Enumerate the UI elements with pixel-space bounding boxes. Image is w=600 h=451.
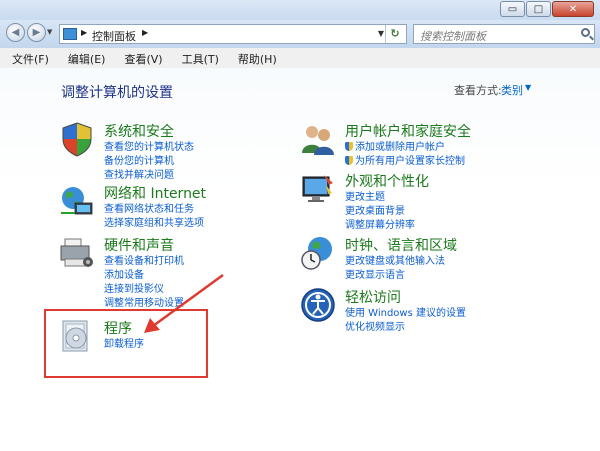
control-panel-window: ▭ □ ✕ ◀ ▶ ▼ ▶ 控制面板 ▶ ▼ ↻ 搜索控制面板 文件(F) 编辑… [0, 0, 600, 451]
annotation-arrow-icon [144, 273, 224, 333]
